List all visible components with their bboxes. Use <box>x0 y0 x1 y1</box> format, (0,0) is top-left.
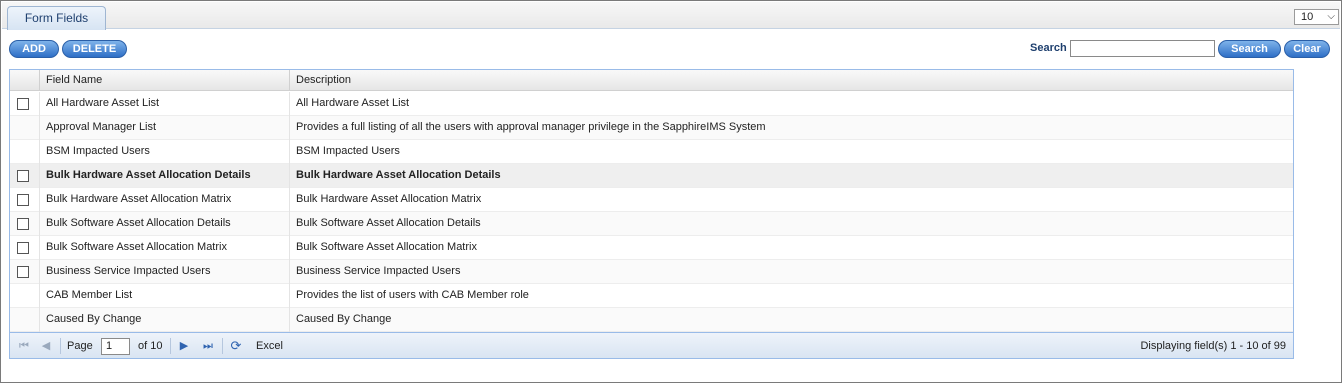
table-row[interactable]: Bulk Hardware Asset Allocation Details Bu… <box>10 164 1293 188</box>
paging-toolbar: ⏮ ◀ Page 1 of 10 ▶ ⏭ ⟳ Excel Displaying … <box>10 332 1293 358</box>
pager-separator <box>60 338 61 354</box>
row-checkbox[interactable] <box>17 218 29 230</box>
search-input[interactable] <box>1070 40 1215 57</box>
row-checkbox-cell <box>10 308 40 332</box>
row-checkbox-cell <box>10 188 40 212</box>
row-checkbox-cell <box>10 116 40 140</box>
table-row[interactable]: Bulk Hardware Asset Allocation Matrix Bul… <box>10 188 1293 212</box>
description-cell: All Hardware Asset List <box>296 97 410 109</box>
field-name-cell[interactable]: All Hardware Asset List <box>40 92 290 116</box>
clear-button[interactable]: Clear <box>1284 40 1330 58</box>
description-cell: Bulk Hardware Asset Allocation Matrix <box>296 193 482 205</box>
field-name-cell[interactable]: Bulk Hardware Asset Allocation Matrix <box>40 188 290 212</box>
description-cell: Caused By Change <box>296 313 392 325</box>
row-checkbox-cell <box>10 140 40 164</box>
row-checkbox[interactable] <box>17 242 29 254</box>
table-row[interactable]: Bulk Software Asset Allocation Details Bu… <box>10 212 1293 236</box>
field-name-cell[interactable]: Caused By Change <box>40 308 290 332</box>
table-row[interactable]: Business Service Impacted Users Business … <box>10 260 1293 284</box>
form-fields-panel: Form Fields 10 ⌵ ADD DELETE Search Searc… <box>0 0 1342 383</box>
row-checkbox-cell <box>10 260 40 284</box>
table-row[interactable]: Caused By Change Caused By Change <box>10 308 1293 332</box>
page-size-value: 10 <box>1301 11 1314 23</box>
description-cell: Provides the list of users with CAB Memb… <box>296 289 529 301</box>
excel-export-link[interactable]: Excel <box>256 339 283 353</box>
description-cell: Bulk Software Asset Allocation Matrix <box>296 241 477 253</box>
table-row[interactable]: CAB Member List Provides the list of user… <box>10 284 1293 308</box>
page-label: Page <box>67 340 93 352</box>
refresh-icon[interactable]: ⟳ <box>229 339 243 353</box>
header-checkbox-column <box>10 70 40 91</box>
field-name-cell[interactable]: Bulk Software Asset Allocation Matrix <box>40 236 290 260</box>
paging-display-text: Displaying field(s) 1 - 10 of 99 <box>1140 340 1286 352</box>
page-count-label: of 10 <box>138 340 163 352</box>
tab-bar: Form Fields 10 ⌵ <box>2 2 1340 30</box>
last-page-icon[interactable]: ⏭ <box>201 339 215 353</box>
field-name-cell[interactable]: Bulk Hardware Asset Allocation Details <box>40 164 290 188</box>
row-checkbox-cell <box>10 212 40 236</box>
add-button[interactable]: ADD <box>9 40 59 58</box>
table-row[interactable]: Bulk Software Asset Allocation Matrix Bul… <box>10 236 1293 260</box>
description-cell: Provides a full listing of all the users… <box>296 121 766 133</box>
page-number-input[interactable]: 1 <box>101 338 130 355</box>
grid-header: Field Name Description <box>10 70 1293 91</box>
page-size-select[interactable]: 10 ⌵ <box>1294 9 1339 25</box>
description-cell: BSM Impacted Users <box>296 145 400 157</box>
field-name-cell[interactable]: CAB Member List <box>40 284 290 308</box>
field-name-cell[interactable]: Business Service Impacted Users <box>40 260 290 284</box>
field-name-cell[interactable]: Approval Manager List <box>40 116 290 140</box>
description-cell: Bulk Hardware Asset Allocation Details <box>296 169 501 181</box>
next-page-icon[interactable]: ▶ <box>177 339 191 353</box>
form-fields-grid: Field Name Description All Hardware Asse… <box>9 69 1294 359</box>
row-checkbox[interactable] <box>17 98 29 110</box>
table-row[interactable]: All Hardware Asset List All Hardware Asse… <box>10 92 1293 116</box>
chevron-down-icon: ⌵ <box>1327 11 1335 22</box>
row-checkbox-cell <box>10 92 40 116</box>
row-checkbox-cell <box>10 164 40 188</box>
row-checkbox[interactable] <box>17 194 29 206</box>
search-button[interactable]: Search <box>1218 40 1281 58</box>
description-cell: Bulk Software Asset Allocation Details <box>296 217 481 229</box>
prev-page-icon[interactable]: ◀ <box>39 339 53 353</box>
description-cell: Business Service Impacted Users <box>296 265 461 277</box>
field-name-cell[interactable]: Bulk Software Asset Allocation Details <box>40 212 290 236</box>
header-description[interactable]: Description <box>290 70 1293 91</box>
table-row[interactable]: Approval Manager List Provides a full lis… <box>10 116 1293 140</box>
pager-separator <box>170 338 171 354</box>
search-label: Search <box>1030 42 1067 54</box>
table-row[interactable]: BSM Impacted Users BSM Impacted Users <box>10 140 1293 164</box>
row-checkbox[interactable] <box>17 170 29 182</box>
delete-button[interactable]: DELETE <box>62 40 127 58</box>
row-checkbox-cell <box>10 284 40 308</box>
tab-form-fields[interactable]: Form Fields <box>7 6 106 30</box>
first-page-icon[interactable]: ⏮ <box>17 339 31 353</box>
header-field-name[interactable]: Field Name <box>40 70 290 91</box>
row-checkbox-cell <box>10 236 40 260</box>
field-name-cell[interactable]: BSM Impacted Users <box>40 140 290 164</box>
row-checkbox[interactable] <box>17 266 29 278</box>
pager-separator <box>222 338 223 354</box>
